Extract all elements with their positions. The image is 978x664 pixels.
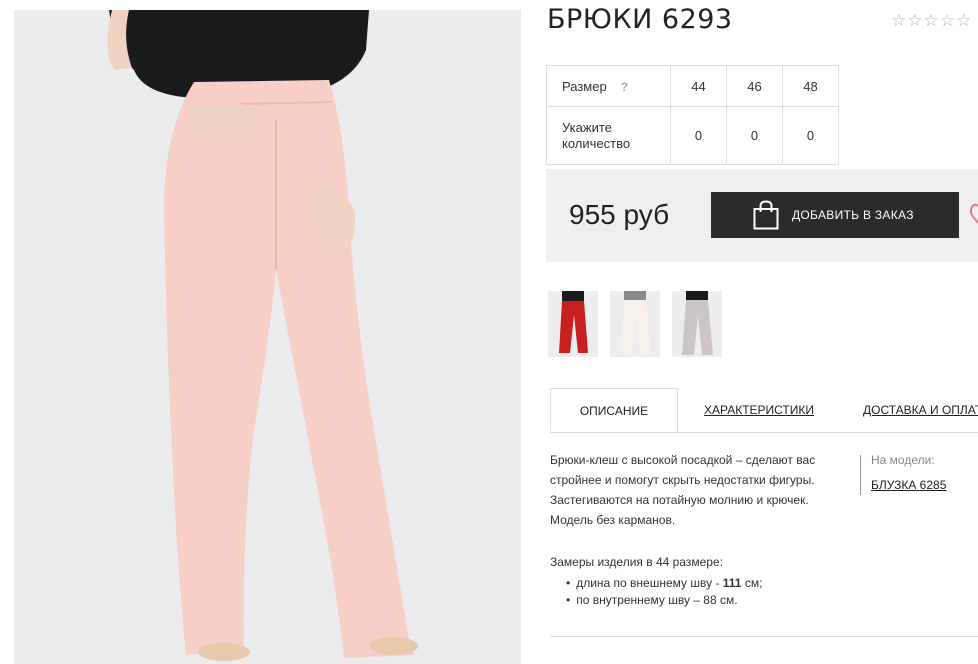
quantity-input-46[interactable]: 0 <box>726 106 783 165</box>
tab-characteristics[interactable]: ХАРАКТЕРИСТИКИ <box>704 388 814 432</box>
pants-photo-illustration <box>14 10 521 664</box>
color-thumbnail-red[interactable] <box>548 291 598 357</box>
size-help-icon[interactable]: ? <box>621 80 628 94</box>
measurement-outer-seam: длина по внешнему шву - 111 см; <box>566 575 762 592</box>
description-divider <box>860 455 861 495</box>
tab-description[interactable]: ОПИСАНИЕ <box>550 388 678 432</box>
product-tabs: ОПИСАНИЕ ХАРАКТЕРИСТИКИ ДОСТАВКА И ОПЛАТ… <box>550 388 978 433</box>
on-model-label: На модели: <box>871 453 935 467</box>
add-to-order-button[interactable]: ДОБАВИТЬ В ЗАКАЗ <box>711 192 959 238</box>
heart-icon[interactable] <box>969 202 978 228</box>
product-title: БРЮКИ 6293 <box>547 4 733 35</box>
on-model-link[interactable]: БЛУЗКА 6285 <box>871 478 946 492</box>
add-to-order-label: ДОБАВИТЬ В ЗАКАЗ <box>792 208 914 222</box>
product-description: Брюки-клеш с высокой посадкой – сделают … <box>550 453 816 527</box>
size-48: 48 <box>782 65 839 107</box>
size-table: Размер? 44 46 48 Укажите количество 0 0 … <box>546 65 839 165</box>
grey-pants-thumbnail-image <box>672 291 722 357</box>
measurement-inner-seam: по внутреннему шву – 88 см. <box>566 592 762 609</box>
product-price: 955 руб <box>569 199 670 230</box>
measurements-list: длина по внешнему шву - 111 см; по внутр… <box>566 575 762 609</box>
product-photo[interactable] <box>14 10 521 664</box>
measurements-heading: Замеры изделия в 44 размере: <box>550 555 723 569</box>
rating-stars-icon[interactable]: ☆☆☆☆☆ <box>891 11 972 31</box>
price-box: 955 руб ДОБАВИТЬ В ЗАКАЗ <box>546 169 978 262</box>
shopping-bag-icon <box>753 200 779 230</box>
size-46: 46 <box>726 65 783 107</box>
quantity-input-48[interactable]: 0 <box>782 106 839 165</box>
quantity-input-44[interactable]: 0 <box>670 106 727 165</box>
size-44: 44 <box>670 65 727 107</box>
white-pants-thumbnail-image <box>610 291 660 357</box>
red-pants-thumbnail-image <box>548 291 598 357</box>
quantity-label: Укажите количество <box>546 106 671 165</box>
size-label: Размер? <box>546 65 671 107</box>
color-thumbnail-grey[interactable] <box>672 291 722 357</box>
tab-delivery-payment[interactable]: ДОСТАВКА И ОПЛАТА <box>863 388 978 432</box>
color-thumbnail-white[interactable] <box>610 291 660 357</box>
bottom-divider <box>550 636 978 637</box>
